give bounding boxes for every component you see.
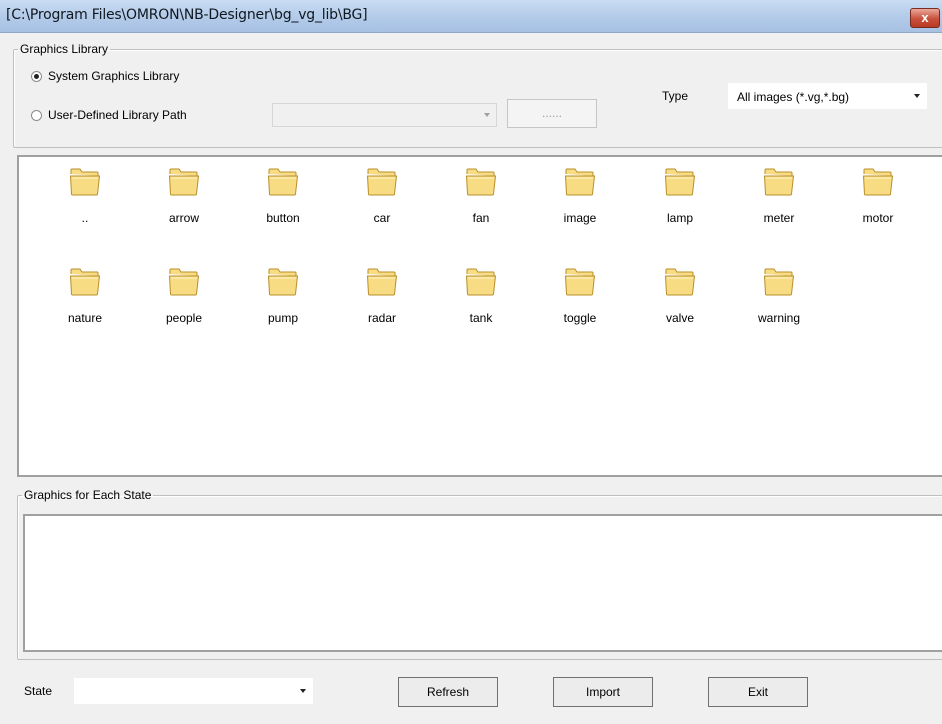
folder-label: nature [67, 311, 103, 325]
graphics-library-legend: Graphics Library [20, 42, 109, 56]
folder-item[interactable]: arrow [144, 167, 224, 237]
folder-item[interactable]: .. [45, 167, 125, 237]
chevron-down-icon [914, 94, 920, 98]
folder-label: .. [81, 211, 89, 225]
folder-label: toggle [563, 311, 597, 325]
folder-label: valve [665, 311, 694, 325]
folder-label: button [266, 211, 300, 225]
folder-label: fan [472, 211, 490, 225]
folder-item[interactable]: button [243, 167, 323, 237]
folder-item[interactable]: car [342, 167, 422, 237]
folder-icon [564, 268, 596, 296]
import-button-label: Import [585, 685, 620, 699]
chevron-down-icon [484, 113, 490, 117]
browse-button: ...... [507, 99, 597, 128]
state-graphics-legend: Graphics for Each State [24, 488, 152, 502]
folder-item[interactable]: tank [441, 267, 521, 337]
folder-item[interactable]: valve [640, 267, 720, 337]
system-library-label: System Graphics Library [48, 69, 180, 83]
folder-icon [69, 168, 101, 196]
type-combo-value: All images (*.vg,*.bg) [737, 90, 850, 104]
browse-button-label: ...... [541, 106, 562, 120]
folder-label: pump [267, 311, 299, 325]
folder-icon [862, 168, 894, 196]
window-title: [C:\Program Files\OMRON\NB-Designer\bg_v… [6, 7, 368, 23]
folder-icon [465, 268, 497, 296]
folder-item[interactable]: pump [243, 267, 323, 337]
close-icon: x [921, 10, 929, 25]
folder-icon [267, 268, 299, 296]
folder-label: warning [757, 311, 801, 325]
folder-icon [763, 268, 795, 296]
folder-label: motor [862, 211, 894, 225]
folder-icon [664, 268, 696, 296]
folder-icon [168, 268, 200, 296]
state-combo[interactable] [74, 678, 313, 704]
folder-icon [564, 168, 596, 196]
folder-item[interactable]: radar [342, 267, 422, 337]
folder-label: meter [763, 211, 795, 225]
user-library-label: User-Defined Library Path [48, 108, 187, 122]
user-library-radio[interactable] [31, 109, 42, 121]
folder-icon [168, 168, 200, 196]
folder-item[interactable]: lamp [640, 167, 720, 237]
close-button[interactable]: x [910, 8, 940, 28]
type-combo[interactable]: All images (*.vg,*.bg) [728, 83, 927, 109]
title-bar: [C:\Program Files\OMRON\NB-Designer\bg_v… [0, 0, 942, 33]
folder-item[interactable]: warning [739, 267, 819, 337]
folder-icon [465, 168, 497, 196]
refresh-button-label: Refresh [426, 685, 470, 699]
folder-label: arrow [168, 211, 199, 225]
folder-label: car [373, 211, 391, 225]
state-label: State [24, 684, 53, 698]
exit-button-label: Exit [747, 685, 768, 699]
user-library-option[interactable]: User-Defined Library Path [31, 108, 187, 122]
exit-button[interactable]: Exit [708, 677, 808, 707]
folder-icon [664, 168, 696, 196]
chevron-down-icon [300, 689, 306, 693]
folder-item[interactable]: nature [45, 267, 125, 337]
folder-icon [763, 168, 795, 196]
state-graphics-panel[interactable] [23, 514, 942, 652]
folder-label: image [563, 211, 597, 225]
folder-icon [267, 168, 299, 196]
folder-item[interactable]: people [144, 267, 224, 337]
type-label: Type [662, 89, 689, 103]
folder-item[interactable]: image [540, 167, 620, 237]
system-library-option[interactable]: System Graphics Library [31, 69, 179, 83]
folder-label: lamp [666, 211, 693, 225]
refresh-button[interactable]: Refresh [398, 677, 498, 707]
folder-item[interactable]: toggle [540, 267, 620, 337]
folder-item[interactable]: meter [739, 167, 819, 237]
folder-item[interactable]: fan [441, 167, 521, 237]
import-button[interactable]: Import [553, 677, 653, 707]
folder-icon [69, 268, 101, 296]
system-library-radio[interactable] [31, 70, 42, 82]
folder-icon [366, 268, 398, 296]
library-path-combo [272, 103, 497, 127]
folder-icon [366, 168, 398, 196]
folder-list-view[interactable]: .. arrow button car fan image lamp meter motor na… [17, 155, 942, 477]
folder-item[interactable]: motor [838, 167, 918, 237]
folder-label: radar [367, 311, 396, 325]
folder-label: people [165, 311, 203, 325]
folder-label: tank [469, 311, 493, 325]
